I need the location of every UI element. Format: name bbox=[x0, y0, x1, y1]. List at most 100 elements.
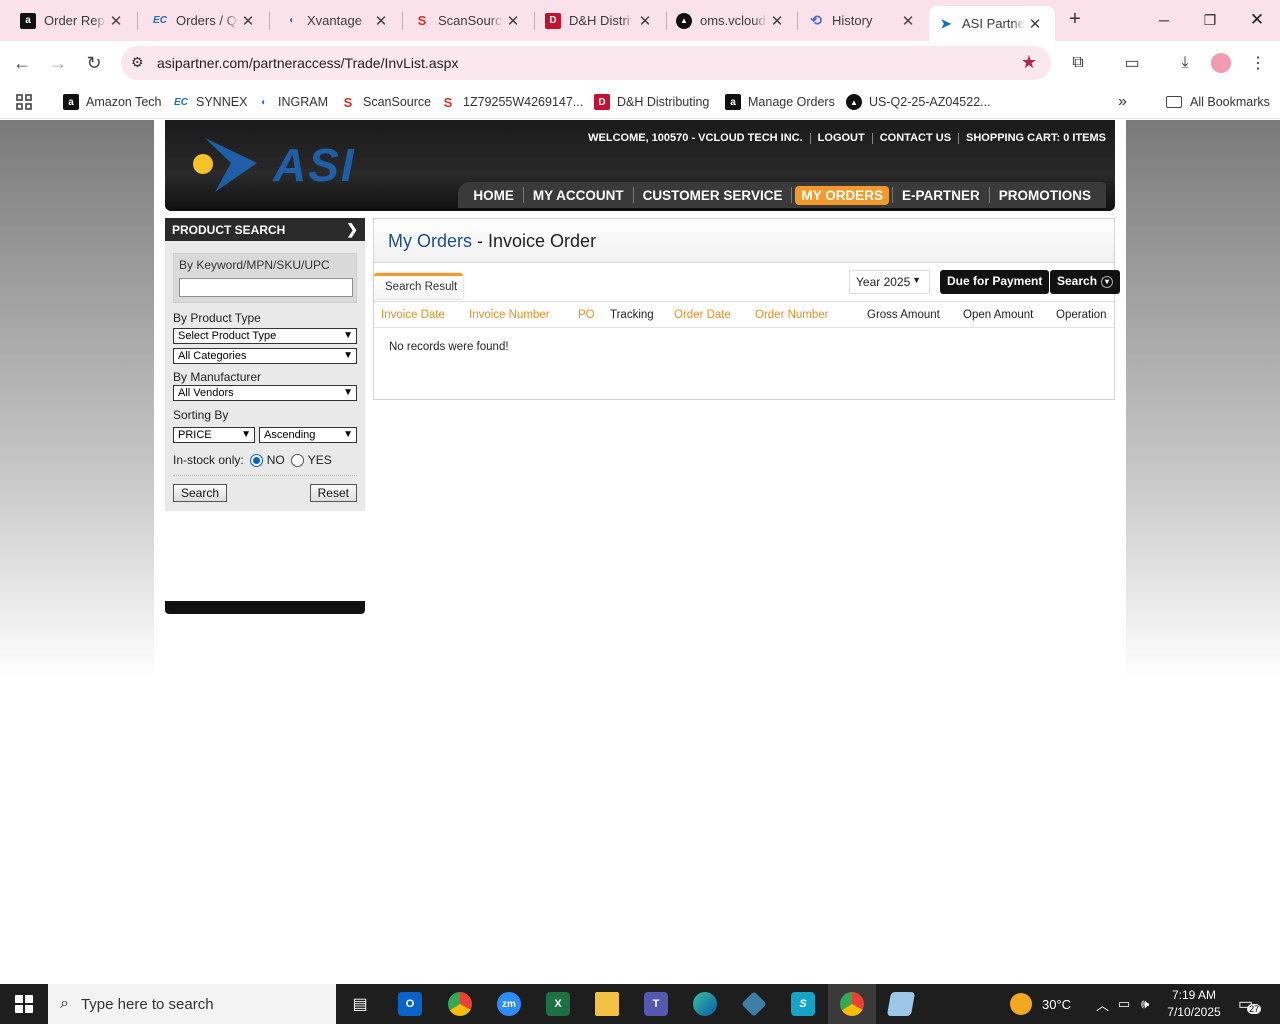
chrome-icon[interactable] bbox=[436, 984, 484, 1024]
close-icon[interactable]: ✕ bbox=[106, 12, 126, 30]
instock-yes-label: YES bbox=[307, 453, 332, 467]
asi-logo[interactable]: ASI bbox=[191, 134, 381, 196]
new-tab-button[interactable]: + bbox=[1063, 8, 1087, 32]
outlook-icon[interactable]: O bbox=[386, 984, 434, 1024]
edge-icon[interactable] bbox=[681, 984, 729, 1024]
bookmark-dh[interactable]: D D&H Distributing bbox=[594, 91, 709, 113]
bookmark-synnex[interactable]: EC SYNNEX bbox=[173, 91, 247, 113]
taskbar-search[interactable]: ⌕ Type here to search bbox=[48, 984, 336, 1024]
file-explorer-icon[interactable] bbox=[583, 984, 631, 1024]
bookmark-amazon-tech[interactable]: a Amazon Tech bbox=[63, 91, 162, 113]
browser-tab-2[interactable]: ◖ Xvantage ✕ bbox=[269, 0, 401, 41]
col-order-date[interactable]: Order Date bbox=[674, 309, 731, 321]
bookmark-scansource[interactable]: S ScanSource bbox=[340, 91, 431, 113]
windows-start-button[interactable] bbox=[0, 984, 48, 1024]
bookmark-ingram[interactable]: ◖ INGRAM bbox=[255, 91, 328, 113]
logo-text: ASI bbox=[273, 139, 356, 191]
reload-button[interactable]: ↻ bbox=[82, 51, 106, 75]
nav-customer-service[interactable]: CUSTOMER SERVICE bbox=[637, 186, 789, 205]
close-icon[interactable]: ✕ bbox=[767, 12, 787, 30]
instock-no-radio[interactable] bbox=[249, 453, 263, 467]
sidebar-search-button[interactable]: Search bbox=[173, 484, 228, 502]
manufacturer-select[interactable]: All Vendors ▼ bbox=[173, 385, 357, 401]
close-icon[interactable]: ✕ bbox=[238, 12, 258, 30]
app-s-icon[interactable]: S bbox=[779, 984, 827, 1024]
col-invoice-number[interactable]: Invoice Number bbox=[469, 309, 550, 321]
teams-icon[interactable]: T bbox=[632, 984, 680, 1024]
product-search-title: PRODUCT SEARCH bbox=[172, 223, 286, 237]
chevron-right-icon[interactable]: ❯ bbox=[346, 221, 358, 238]
category-select[interactable]: All Categories ▼ bbox=[173, 348, 357, 364]
download-icon[interactable]: ⤓ bbox=[1173, 51, 1197, 75]
apps-grid-icon[interactable] bbox=[16, 91, 32, 113]
profile-avatar[interactable] bbox=[1209, 51, 1233, 75]
col-invoice-date[interactable]: Invoice Date bbox=[381, 309, 445, 321]
nav-home[interactable]: HOME bbox=[467, 186, 520, 205]
bookmark-us-q2[interactable]: ▲ US-Q2-25-AZ04522... bbox=[846, 91, 991, 113]
product-type-select[interactable]: Select Product Type ▼ bbox=[173, 328, 357, 344]
bookmark-star-icon[interactable]: ★ bbox=[1021, 52, 1037, 73]
keyword-input[interactable] bbox=[179, 278, 353, 297]
caret-down-icon: ▼ bbox=[912, 275, 921, 285]
product-search-header[interactable]: PRODUCT SEARCH ❯ bbox=[165, 218, 365, 241]
instock-yes-radio[interactable] bbox=[290, 453, 304, 467]
tab-search-icon[interactable]: ▭ bbox=[1120, 51, 1144, 75]
chrome-active-icon[interactable] bbox=[828, 984, 876, 1024]
menu-icon[interactable]: ⋮ bbox=[1246, 51, 1270, 75]
browser-tab-0[interactable]: a Order Repo ✕ bbox=[0, 0, 136, 41]
extensions-icon[interactable]: ⧉ bbox=[1066, 51, 1090, 75]
chevron-up-icon[interactable]: ︿ bbox=[1096, 984, 1109, 1024]
sort-order-select[interactable]: Ascending ▼ bbox=[259, 427, 357, 443]
site-info-icon[interactable]: ⚙ bbox=[131, 54, 144, 71]
back-button[interactable]: ← bbox=[10, 51, 34, 75]
search-button[interactable]: Search ▾ bbox=[1050, 270, 1121, 294]
browser-tab-6[interactable]: ⟲ History ✕ bbox=[797, 0, 928, 41]
contact-link[interactable]: CONTACT US bbox=[880, 132, 951, 144]
browser-tab-1[interactable]: EC Orders / Qu ✕ bbox=[137, 0, 268, 41]
excel-icon[interactable]: X bbox=[534, 984, 582, 1024]
volume-icon[interactable]: 🕪 bbox=[1141, 984, 1149, 1024]
network-icon[interactable]: ▭ bbox=[1118, 984, 1130, 1024]
year-select[interactable]: Year 2025 ▼ bbox=[849, 270, 930, 294]
address-bar[interactable]: ⚙ asipartner.com/partneraccess/Trade/Inv… bbox=[121, 46, 1051, 80]
due-for-payment-button[interactable]: Due for Payment bbox=[940, 270, 1050, 294]
close-icon[interactable]: ✕ bbox=[1025, 15, 1045, 33]
browser-tab-3[interactable]: S ScanSource ✕ bbox=[402, 0, 533, 41]
url-text[interactable]: asipartner.com/partneraccess/Trade/InvLi… bbox=[157, 55, 458, 71]
bookmark-manage-orders[interactable]: a Manage Orders bbox=[725, 91, 835, 113]
more-bookmarks-button[interactable]: » bbox=[1118, 91, 1127, 113]
restore-button[interactable]: ❐ bbox=[1187, 0, 1233, 40]
shopping-cart-link[interactable]: SHOPPING CART: 0 ITEMS bbox=[966, 132, 1106, 144]
close-icon[interactable]: ✕ bbox=[503, 12, 523, 30]
close-icon[interactable]: ✕ bbox=[898, 12, 918, 30]
app-diamond-icon[interactable] bbox=[730, 984, 778, 1024]
weather-widget[interactable]: 30°C bbox=[1010, 984, 1071, 1024]
title-separator: - bbox=[472, 231, 489, 251]
browser-tab-7-active[interactable]: ➤ ASI Partner ✕ bbox=[929, 6, 1055, 41]
nav-my-orders[interactable]: MY ORDERS bbox=[795, 185, 889, 205]
my-orders-link[interactable]: My Orders bbox=[388, 231, 472, 251]
col-po[interactable]: PO bbox=[578, 309, 595, 321]
nav-promotions[interactable]: PROMOTIONS bbox=[993, 186, 1097, 205]
window-close-button[interactable]: ✕ bbox=[1234, 0, 1280, 40]
col-order-number[interactable]: Order Number bbox=[755, 309, 829, 321]
nav-e-partner[interactable]: E-PARTNER bbox=[896, 186, 986, 205]
tab-search-result[interactable]: Search Result bbox=[374, 273, 463, 299]
browser-tab-5[interactable]: ▲ oms.vcloud ✕ bbox=[666, 0, 797, 41]
notification-center[interactable]: ▭ 27 bbox=[1238, 984, 1262, 1024]
forward-button[interactable]: → bbox=[46, 51, 70, 75]
sidebar-reset-button[interactable]: Reset bbox=[309, 484, 357, 502]
sort-field-select[interactable]: PRICE ▼ bbox=[173, 427, 255, 443]
logout-link[interactable]: LOGOUT bbox=[818, 132, 865, 144]
bookmark-tracking[interactable]: S 1Z79255W4269147... bbox=[440, 91, 584, 113]
browser-tab-4[interactable]: D D&H Distri ✕ bbox=[534, 0, 665, 41]
minimize-button[interactable]: ─ bbox=[1141, 0, 1187, 40]
close-icon[interactable]: ✕ bbox=[635, 12, 655, 30]
system-clock[interactable]: 7:19 AM 7/10/2025 bbox=[1160, 987, 1228, 1021]
task-view-icon[interactable]: ▤ bbox=[336, 984, 384, 1024]
nav-my-account[interactable]: MY ACCOUNT bbox=[527, 186, 630, 205]
zoom-icon[interactable]: zm bbox=[485, 984, 533, 1024]
notepad-icon[interactable] bbox=[877, 984, 925, 1024]
close-icon[interactable]: ✕ bbox=[371, 12, 391, 30]
all-bookmarks-button[interactable]: All Bookmarks bbox=[1166, 91, 1270, 113]
